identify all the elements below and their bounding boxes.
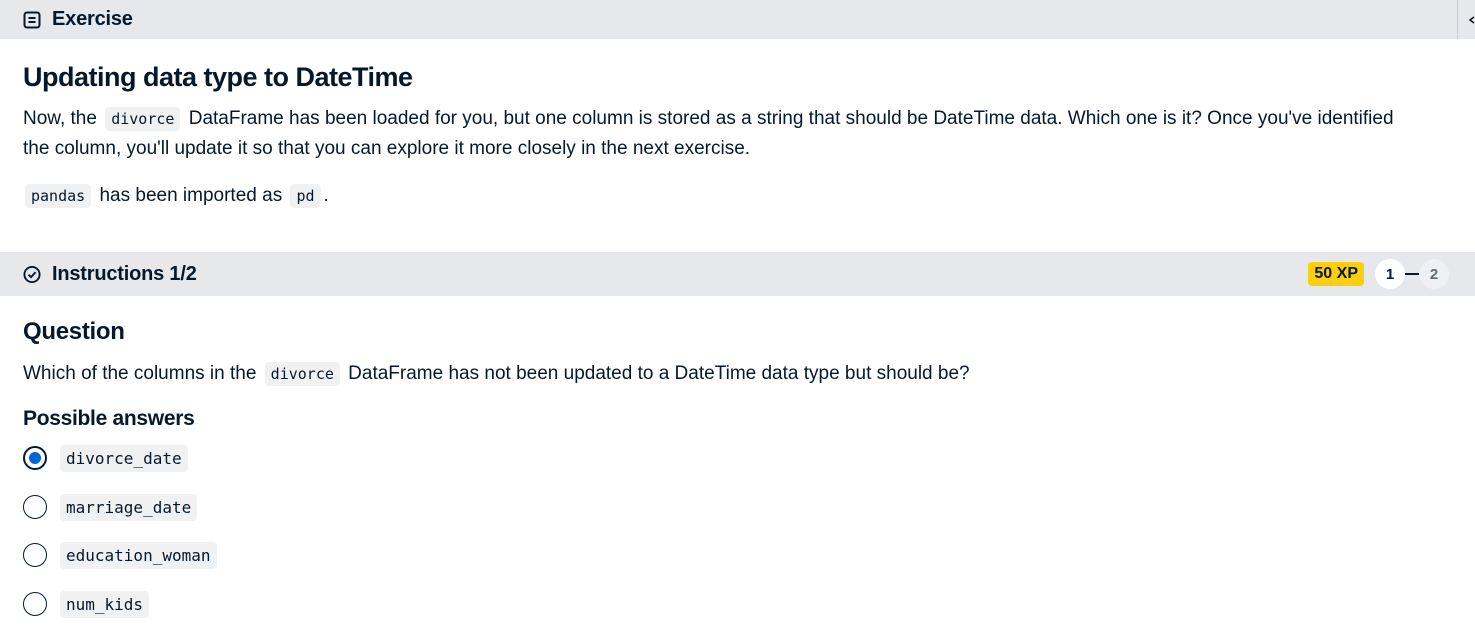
exercise-import-note: pandas has been imported as pd. [23,181,329,211]
exercise-header: Exercise [0,0,1475,39]
answer-option-education-woman[interactable]: education_woman [23,541,220,569]
answer-option-num-kids[interactable]: num_kids [23,590,152,618]
description-text-before: Now, the [23,108,97,129]
import-note-text: has been imported as [99,185,283,206]
answer-label[interactable]: marriage_date [60,493,198,521]
answer-label[interactable]: num_kids [60,590,150,618]
radio-button-selected[interactable] [23,446,47,470]
answer-label[interactable]: divorce_date [60,444,188,472]
step-2-button[interactable]: 2 [1419,259,1449,289]
exercise-description: Now, the divorce DataFrame has been load… [23,104,1423,163]
answer-label[interactable]: education_woman [60,541,217,569]
xp-badge: 50 XP [1308,262,1364,286]
step-connector [1405,273,1419,275]
check-circle-icon [23,265,41,283]
inline-code-pandas: pandas [25,184,92,208]
import-note-end: . [323,185,329,206]
inline-code-divorce-question: divorce [264,362,340,386]
answer-option-divorce-date[interactable]: divorce_date [23,444,191,472]
inline-code-pd: pd [290,184,321,208]
radio-selected-dot [29,452,41,464]
question-title: Question [23,318,125,345]
radio-button[interactable] [23,592,47,616]
question-text-before: Which of the columns in the [23,363,257,384]
instructions-header: Instructions 1/2 50 XP 1 2 [0,252,1475,296]
description-text-after: DataFrame has been loaded for you, but o… [23,108,1394,159]
possible-answers-title: Possible answers [23,407,195,430]
radio-button[interactable] [23,543,47,567]
exercise-header-title: Exercise [52,8,133,30]
exercise-icon [23,11,41,29]
question-text: Which of the columns in the divorce Data… [23,359,970,389]
radio-button[interactable] [23,495,47,519]
answer-option-marriage-date[interactable]: marriage_date [23,493,200,521]
inline-code-divorce: divorce [105,107,181,131]
instructions-progress: 50 XP 1 2 [1308,259,1449,289]
question-text-after: DataFrame has not been updated to a Date… [348,363,970,384]
collapse-chevron-icon[interactable] [1457,0,1475,39]
exercise-title: Updating data type to DateTime [23,62,413,92]
step-1-button[interactable]: 1 [1375,259,1405,289]
instructions-header-title: Instructions 1/2 [52,262,197,285]
